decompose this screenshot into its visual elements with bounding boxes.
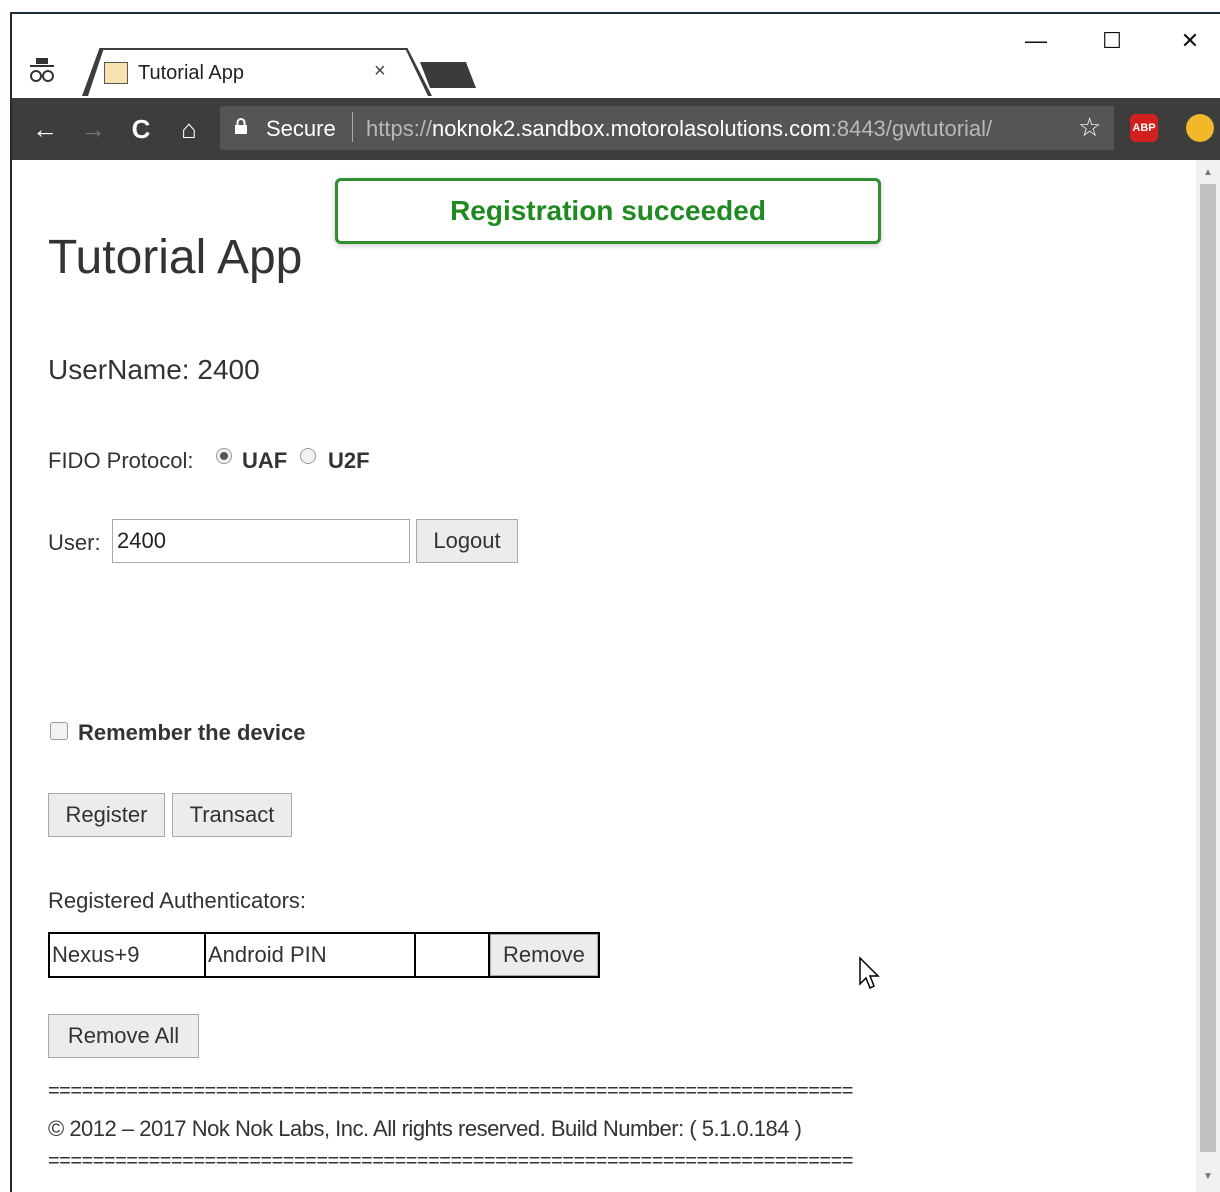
uaf-radio-label[interactable]: UAF: [242, 448, 287, 474]
tab-close-icon[interactable]: ×: [374, 60, 386, 83]
register-button[interactable]: Register: [48, 793, 165, 837]
url-scheme: https://: [366, 116, 433, 141]
authenticators-table: Nexus+9 Android PIN Remove: [48, 932, 600, 978]
fido-protocol-label: FIDO Protocol:: [48, 448, 194, 473]
home-button[interactable]: ⌂: [172, 112, 206, 146]
footer-separator-top: ========================================…: [48, 1080, 853, 1102]
authenticator-device-cell: Nexus+9: [48, 932, 206, 978]
table-row: Nexus+9 Android PIN Remove: [48, 932, 600, 978]
incognito-icon: [30, 58, 54, 82]
cursor-icon: [859, 956, 880, 990]
username-display: UserName: 2400: [48, 354, 260, 385]
maximize-button[interactable]: ☐: [1092, 28, 1132, 58]
reload-button[interactable]: C: [124, 112, 158, 146]
close-window-button[interactable]: ✕: [1170, 28, 1210, 58]
footer-separator-bottom: ========================================…: [48, 1150, 853, 1172]
uaf-radio[interactable]: [216, 448, 232, 464]
scrollbar-thumb[interactable]: [1200, 184, 1216, 1152]
bookmark-star-icon[interactable]: ☆: [1078, 112, 1101, 143]
user-input[interactable]: [112, 519, 410, 563]
toast-message: Registration succeeded: [450, 195, 766, 226]
authenticator-extra-cell: [414, 932, 490, 978]
copyright-text: © 2012 – 2017 Nok Nok Labs, Inc. All rig…: [48, 1116, 802, 1141]
tab-title: Tutorial App: [138, 62, 244, 84]
omnibox-separator: [352, 112, 353, 142]
transact-button[interactable]: Transact: [172, 793, 292, 837]
extension-icon[interactable]: [1186, 114, 1214, 142]
scroll-down-arrow-icon[interactable]: ▼: [1200, 1168, 1216, 1186]
minimize-button[interactable]: —: [1016, 28, 1056, 58]
back-button[interactable]: ←: [28, 112, 62, 146]
url-host: noknok2.sandbox.motorolasolutions.com: [432, 116, 831, 141]
u2f-radio-label[interactable]: U2F: [328, 448, 370, 474]
adblock-plus-icon[interactable]: ABP: [1130, 114, 1158, 142]
u2f-radio[interactable]: [300, 448, 316, 464]
remove-all-button[interactable]: Remove All: [48, 1014, 199, 1058]
logout-button[interactable]: Logout: [416, 519, 518, 563]
remember-device-label[interactable]: Remember the device: [78, 720, 305, 746]
scroll-up-arrow-icon[interactable]: ▲: [1200, 164, 1216, 182]
secure-label: Secure: [266, 116, 336, 141]
authenticator-type-cell: Android PIN: [204, 932, 416, 978]
registration-toast: Registration succeeded: [335, 178, 881, 244]
tab-favicon-icon: [104, 62, 128, 84]
url-text[interactable]: https://noknok2.sandbox.motorolasolution…: [366, 116, 992, 142]
lock-icon: [235, 118, 247, 134]
authenticator-remove-cell: Remove: [488, 932, 600, 978]
remember-device-checkbox[interactable]: [50, 722, 68, 740]
forward-button[interactable]: →: [76, 112, 110, 146]
remove-authenticator-button[interactable]: Remove: [490, 934, 598, 976]
registered-authenticators-label: Registered Authenticators:: [48, 888, 307, 913]
url-path: :8443/gwtutorial/: [830, 116, 993, 141]
user-label: User:: [48, 530, 101, 555]
page-title: Tutorial App: [48, 231, 303, 284]
